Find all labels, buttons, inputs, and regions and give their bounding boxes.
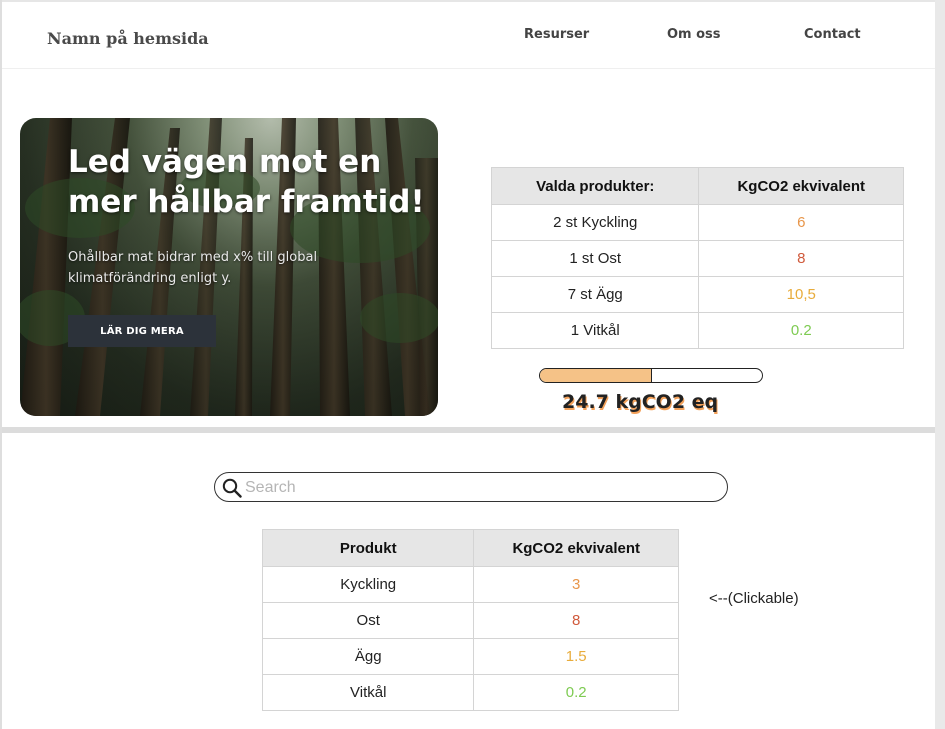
co2-value-cell[interactable]: 0.2 [473,674,679,711]
table-header-row: Valda produkter: KgCO2 ekvivalent [490,167,904,205]
product-cell[interactable]: Vitkål [261,674,475,711]
co2-value-cell[interactable]: 1.5 [473,638,679,675]
search-input[interactable] [243,476,717,500]
co2-value-cell: 8 [698,240,904,277]
co2-progress-fill [540,369,652,382]
product-cell: 1 st Ost [490,240,700,277]
column-header-co2: KgCO2 ekvivalent [473,529,679,567]
product-row-ost[interactable]: Ost 8 [261,602,679,639]
table-row: 1 Vitkål 0.2 [490,312,904,349]
window-right-scrollbar [935,0,945,729]
search-bar[interactable] [214,472,728,502]
table-row: 2 st Kyckling 6 [490,204,904,241]
products-table: Produkt KgCO2 ekvivalent Kyckling 3 Ost … [261,529,679,711]
co2-value-cell: 10,5 [698,276,904,313]
site-brand[interactable]: Namn på hemsida [47,29,209,48]
hero-title: Led vägen mot en mer hållbar framtid! [68,144,425,220]
section-divider [2,427,935,433]
product-cell[interactable]: Ägg [261,638,475,675]
nav-link-resurser[interactable]: Resurser [524,27,589,42]
hero-text: Ohållbar mat bidrar med x% till global k… [68,250,318,286]
window-top-border [0,0,945,2]
column-header-product: Valda produkter: [490,167,700,205]
co2-progress-bar [539,368,763,383]
learn-more-button[interactable]: LÄR DIG MERA [68,315,216,347]
co2-value-cell: 0.2 [698,312,904,349]
header-divider [2,68,935,69]
product-row-agg[interactable]: Ägg 1.5 [261,638,679,675]
product-cell: 2 st Kyckling [490,204,700,241]
co2-value-cell: 6 [698,204,904,241]
product-row-vitkal[interactable]: Vitkål 0.2 [261,674,679,711]
co2-total: 24.7 kgCO2 eq [562,391,719,413]
table-row: 1 st Ost 8 [490,240,904,277]
product-cell[interactable]: Ost [261,602,475,639]
product-cell: 7 st Ägg [490,276,700,313]
product-row-kyckling[interactable]: Kyckling 3 [261,566,679,603]
table-row: 7 st Ägg 10,5 [490,276,904,313]
product-cell[interactable]: Kyckling [261,566,475,603]
co2-value-cell[interactable]: 8 [473,602,679,639]
hero-banner: Led vägen mot en mer hållbar framtid! Oh… [20,118,438,416]
co2-value-cell[interactable]: 3 [473,566,679,603]
column-header-co2: KgCO2 ekvivalent [698,167,904,205]
nav-link-contact[interactable]: Contact [804,27,861,42]
clickable-hint: <--(Clickable) [709,590,799,607]
selected-products-table: Valda produkter: KgCO2 ekvivalent 2 st K… [490,167,904,349]
column-header-product: Produkt [261,529,475,567]
search-icon [222,478,242,498]
product-cell: 1 Vitkål [490,312,700,349]
nav-link-om-oss[interactable]: Om oss [667,27,721,42]
table-header-row: Produkt KgCO2 ekvivalent [261,529,679,567]
window-left-border [0,0,2,729]
